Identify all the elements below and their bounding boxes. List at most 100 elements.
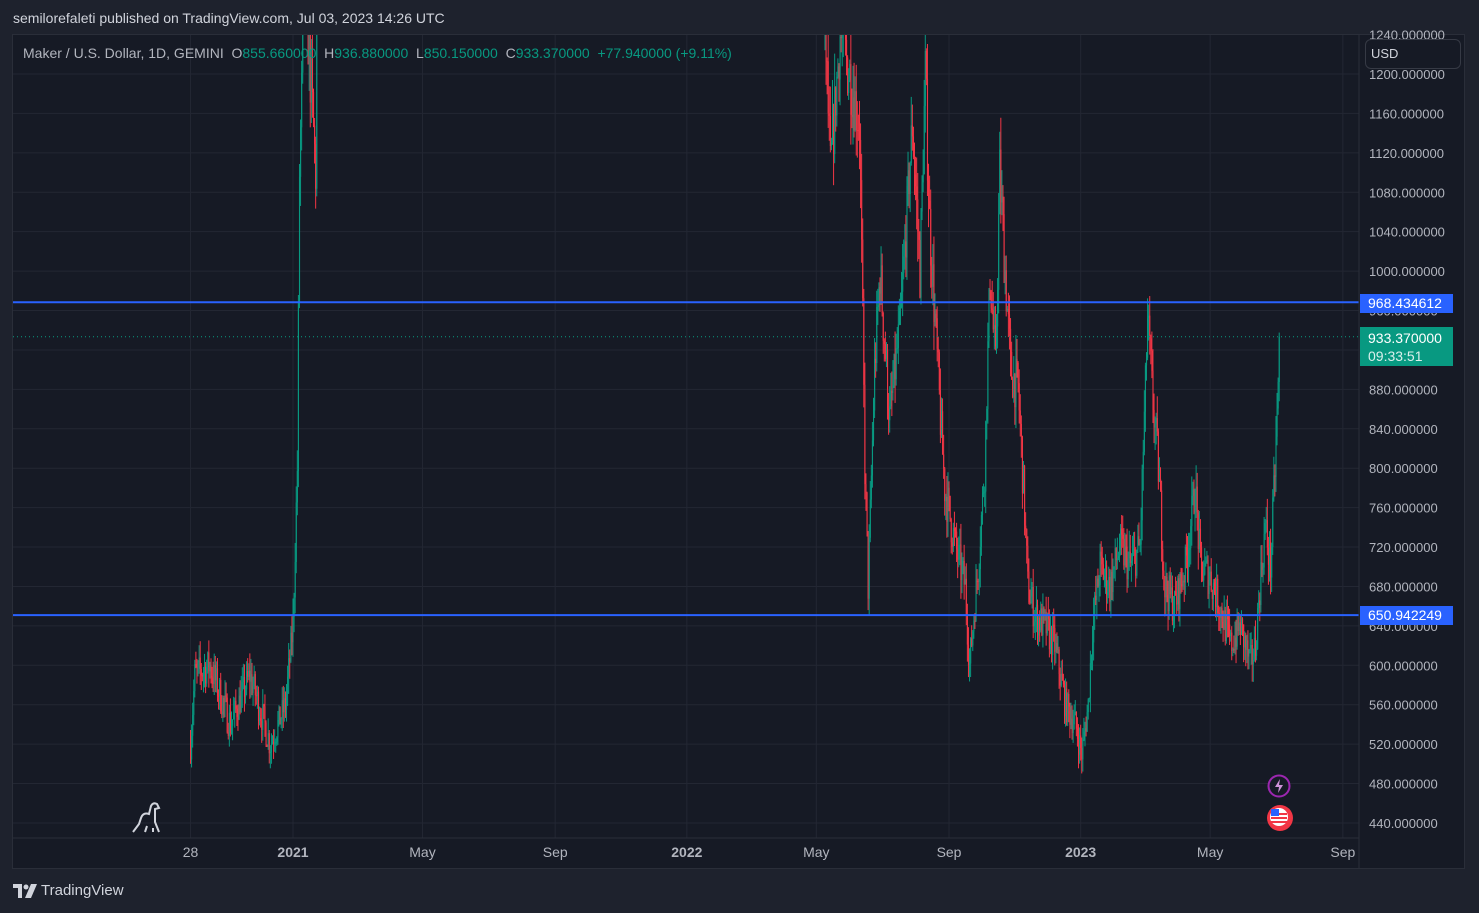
- candle: [1112, 569, 1114, 592]
- candle: [1239, 622, 1241, 635]
- currency-button[interactable]: USD: [1365, 39, 1461, 69]
- candle: [940, 411, 943, 435]
- candle: [266, 745, 268, 747]
- candle: [1141, 468, 1143, 521]
- candle: [865, 484, 867, 493]
- candle: [204, 666, 206, 673]
- candle: [989, 289, 991, 291]
- candle: [1041, 608, 1043, 636]
- candle: [214, 664, 216, 681]
- open-label: O: [231, 45, 243, 61]
- lightning-icon[interactable]: [1267, 774, 1291, 803]
- candle: [1131, 554, 1134, 561]
- candle: [226, 697, 228, 733]
- candle: [234, 700, 236, 712]
- candle: [928, 180, 930, 201]
- candle: [269, 752, 271, 754]
- candle: [973, 620, 975, 632]
- candle: [1002, 196, 1004, 215]
- candle: [925, 50, 927, 79]
- candle: [1253, 637, 1255, 660]
- candle: [205, 666, 207, 684]
- candle: [1262, 567, 1264, 570]
- candle: [830, 142, 833, 147]
- candle: [286, 693, 288, 710]
- candle: [1000, 149, 1002, 203]
- candle: [1111, 571, 1113, 592]
- candle: [1116, 558, 1118, 561]
- candle: [1020, 423, 1022, 437]
- candle: [280, 718, 282, 725]
- candle: [1238, 622, 1240, 631]
- candle: [1203, 574, 1205, 581]
- candle: [862, 239, 864, 299]
- candle: [1042, 607, 1044, 636]
- candle: [1155, 418, 1157, 424]
- candle: [1135, 549, 1137, 576]
- price-tick-label: 680.000000: [1369, 579, 1438, 594]
- candle: [1033, 621, 1035, 627]
- candle: [996, 326, 998, 347]
- candle: [939, 390, 941, 435]
- price-tick-label: 800.000000: [1369, 461, 1438, 476]
- time-tick-label: May: [409, 844, 435, 860]
- candle: [978, 569, 980, 582]
- candle: [976, 580, 978, 582]
- candle: [222, 697, 224, 715]
- price-tick-label: 440.000000: [1369, 816, 1438, 831]
- price-chart[interactable]: 1240.0000001200.0000001160.0000001120.00…: [0, 0, 1479, 913]
- candle: [1152, 370, 1154, 411]
- candle: [1150, 338, 1152, 351]
- tradingview-logo[interactable]: TradingView: [13, 882, 124, 899]
- candle: [1017, 362, 1019, 384]
- candle: [912, 136, 915, 157]
- candle: [1052, 624, 1054, 655]
- candle: [960, 544, 962, 581]
- candle: [1099, 551, 1101, 586]
- candle: [1174, 591, 1176, 614]
- candle: [1236, 614, 1238, 647]
- candle: [223, 697, 225, 703]
- time-tick-label: Sep: [543, 844, 568, 860]
- candle: [1096, 578, 1098, 601]
- candle: [834, 87, 836, 155]
- candle: [287, 676, 289, 694]
- candle: [1270, 541, 1272, 578]
- candle: [273, 741, 275, 744]
- price-tick-label: 760.000000: [1369, 501, 1438, 516]
- candle: [881, 265, 883, 313]
- candle: [268, 733, 270, 754]
- candle: [1267, 547, 1270, 565]
- candle: [1168, 575, 1170, 612]
- candle: [861, 180, 863, 240]
- candle: [985, 421, 987, 492]
- time-tick-label: May: [803, 844, 829, 860]
- candle: [296, 470, 298, 503]
- candle: [882, 312, 884, 341]
- candle: [863, 298, 865, 385]
- candle: [1162, 549, 1164, 571]
- candle: [929, 200, 931, 209]
- candle: [933, 264, 935, 322]
- candle: [270, 743, 273, 753]
- candle: [241, 682, 243, 692]
- candle: [980, 515, 983, 547]
- candle: [921, 182, 923, 212]
- low-value: 850.150000: [423, 45, 498, 61]
- candle: [1263, 534, 1265, 568]
- candle: [945, 496, 947, 502]
- candle: [947, 487, 949, 522]
- candle: [1104, 565, 1107, 576]
- candle: [1278, 336, 1280, 383]
- line-price-badge-lower: 650.942249: [1360, 606, 1453, 625]
- candle: [885, 349, 888, 359]
- us-flag-event-icon[interactable]: [1265, 803, 1295, 838]
- candle: [883, 340, 885, 345]
- candle: [898, 307, 900, 325]
- candle: [892, 385, 894, 393]
- candle: [931, 265, 933, 287]
- candle: [1273, 475, 1275, 498]
- candle: [1249, 648, 1251, 651]
- candle: [1216, 578, 1218, 607]
- candle: [1021, 436, 1024, 494]
